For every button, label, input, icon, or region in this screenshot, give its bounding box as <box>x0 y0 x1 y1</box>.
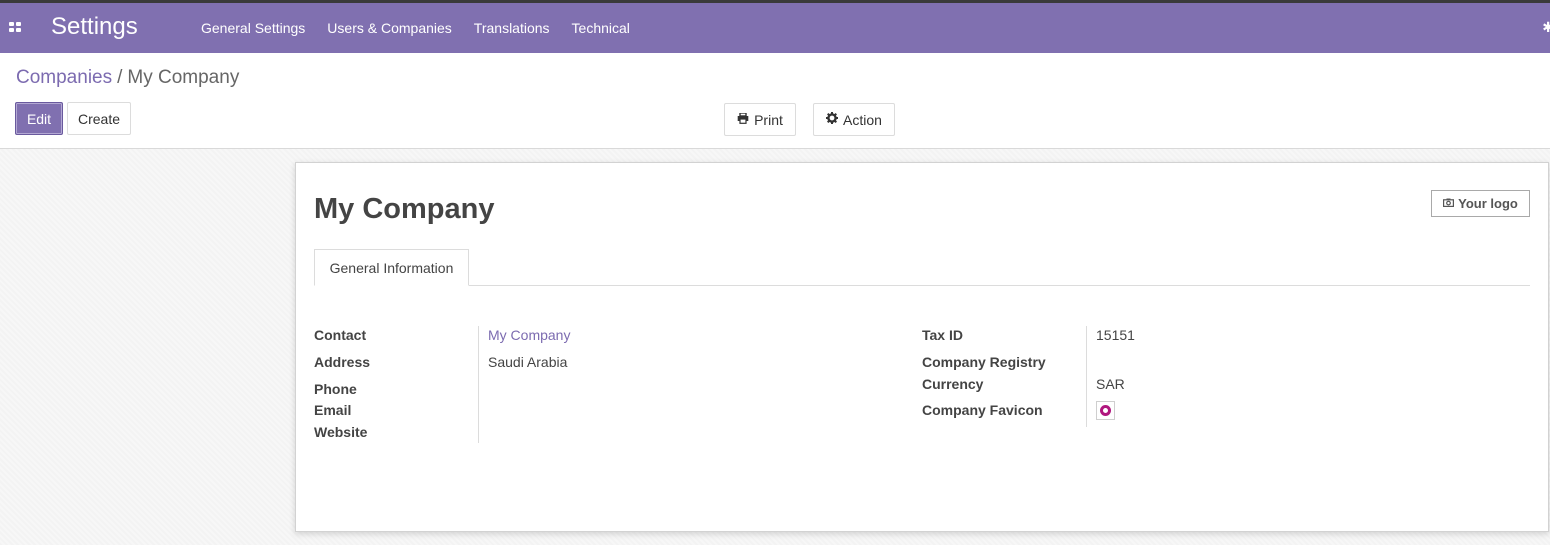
menu-users-companies[interactable]: Users & Companies <box>316 3 463 53</box>
app-brand[interactable]: Settings <box>51 13 138 41</box>
currency-label: Currency <box>922 376 984 392</box>
print-icon <box>737 111 749 127</box>
email-label: Email <box>314 402 352 418</box>
apps-icon[interactable] <box>9 22 22 33</box>
breadcrumb-separator: / <box>117 67 123 88</box>
tabs-line <box>314 285 1530 286</box>
edit-button[interactable]: Edit <box>15 102 63 135</box>
favicon-image <box>1100 405 1111 416</box>
contact-label: Contact <box>314 327 367 343</box>
breadcrumb: Companies / My Company <box>16 67 239 89</box>
form-sheet: My Company Your logo General Information… <box>295 162 1549 532</box>
left-group-divider <box>478 326 479 443</box>
print-button[interactable]: Print <box>724 103 796 136</box>
logo-upload[interactable]: Your logo <box>1431 190 1530 217</box>
company-registry-label: Company Registry <box>922 354 1046 370</box>
company-favicon-label: Company Favicon <box>922 402 1043 418</box>
currency-value: SAR <box>1096 376 1125 392</box>
logo-label: Your logo <box>1458 196 1518 211</box>
menu-translations[interactable]: Translations <box>463 3 561 53</box>
main-navbar: Settings General Settings Users & Compan… <box>0 3 1550 53</box>
company-favicon[interactable] <box>1096 401 1115 420</box>
menu-technical[interactable]: Technical <box>561 3 641 53</box>
address-label: Address <box>314 354 371 370</box>
address-value: Saudi Arabia <box>488 354 568 370</box>
right-group-divider <box>1086 326 1087 427</box>
tax-id-value: 15151 <box>1096 327 1135 343</box>
company-name: My Company <box>314 193 495 225</box>
gear-icon <box>826 112 839 127</box>
website-label: Website <box>314 424 368 440</box>
top-menu: General Settings Users & Companies Trans… <box>190 3 641 53</box>
print-label: Print <box>754 111 783 128</box>
breadcrumb-companies[interactable]: Companies <box>16 67 112 88</box>
systray-icon[interactable]: ✱ <box>1542 19 1550 36</box>
action-button[interactable]: Action <box>813 103 895 136</box>
breadcrumb-current: My Company <box>127 67 240 88</box>
create-button[interactable]: Create <box>67 102 131 135</box>
menu-general-settings[interactable]: General Settings <box>190 3 316 53</box>
contact-value[interactable]: My Company <box>488 327 570 343</box>
tax-id-label: Tax ID <box>922 327 963 343</box>
camera-icon <box>1443 198 1455 210</box>
tab-general-information[interactable]: General Information <box>314 249 469 286</box>
phone-label: Phone <box>314 381 357 397</box>
action-label: Action <box>843 111 882 128</box>
